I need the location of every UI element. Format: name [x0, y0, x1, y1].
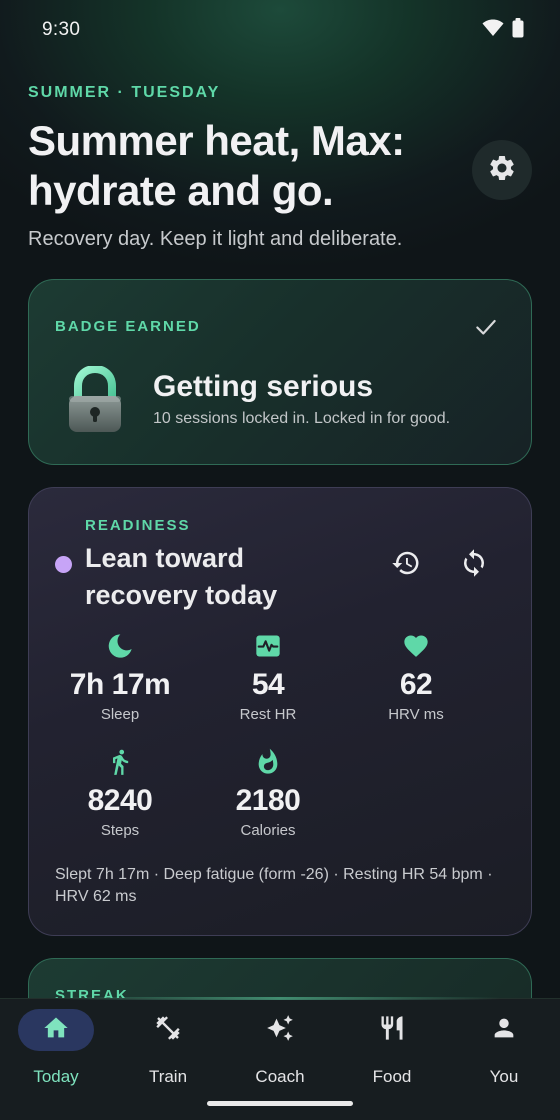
nav-today[interactable]: Today	[0, 1009, 112, 1099]
metric-value: 2180	[235, 784, 301, 817]
badge-title: Getting serious	[153, 370, 374, 403]
metric-steps: 8240 Steps	[45, 746, 195, 839]
metric-value: 54	[251, 668, 285, 701]
readiness-title: Lean toward recovery today	[85, 543, 278, 610]
metric-label: Steps	[100, 822, 140, 839]
history-icon[interactable]	[391, 548, 421, 578]
metric-hrv: 62 HRV ms	[341, 630, 491, 723]
nav-train[interactable]: Train	[112, 1009, 224, 1099]
nav-pill	[466, 1009, 542, 1051]
nav-label: Train	[148, 1067, 188, 1086]
readiness-summary: Slept 7h 17m · Deep fatigue (form -26) ·…	[55, 866, 493, 905]
person-icon	[490, 1014, 518, 1047]
nav-active-pill	[18, 1009, 94, 1051]
dumbbell-icon	[154, 1014, 182, 1047]
battery-icon	[512, 18, 524, 43]
readiness-eyebrow: READINESS	[85, 517, 191, 534]
badge-eyebrow: BADGE EARNED	[55, 318, 201, 335]
nav-label: Today	[33, 1067, 79, 1086]
refresh-icon[interactable]	[459, 548, 489, 578]
page-subtitle: Recovery day. Keep it light and delibera…	[28, 228, 403, 250]
nav-label: You	[489, 1067, 519, 1086]
readiness-status-dot	[55, 556, 72, 573]
nav-label: Coach	[255, 1067, 305, 1086]
gear-icon	[487, 153, 517, 188]
badge-card[interactable]: BADGE EARNED Getting serious 10 sessions…	[28, 279, 532, 465]
nav-pill	[130, 1009, 206, 1051]
home-indicator[interactable]	[207, 1101, 353, 1106]
nav-label: Food	[372, 1067, 412, 1086]
home-icon	[42, 1014, 70, 1047]
sparkles-icon	[266, 1014, 294, 1047]
walking-icon	[45, 746, 195, 778]
metric-sleep: 7h 17m Sleep	[45, 630, 195, 723]
lock-icon	[65, 364, 125, 439]
date-eyebrow: SUMMER · TUESDAY	[28, 84, 221, 101]
metric-calories: 2180 Calories	[193, 746, 343, 839]
nav-pill	[354, 1009, 430, 1051]
metric-label: Sleep	[100, 706, 140, 723]
badge-subtitle: 10 sessions locked in. Locked in for goo…	[153, 410, 451, 427]
metric-rest-hr: 54 Rest HR	[193, 630, 343, 723]
readiness-card: READINESS Lean toward recovery today 7h …	[28, 487, 532, 936]
settings-button[interactable]	[472, 140, 532, 200]
status-time: 9:30	[42, 19, 81, 40]
wifi-icon	[482, 19, 504, 42]
heart-monitor-icon	[193, 630, 343, 662]
nav-pill	[242, 1009, 318, 1051]
metric-value: 8240	[87, 784, 153, 817]
metric-value: 62	[399, 668, 433, 701]
metric-label: Rest HR	[239, 706, 297, 723]
nav-coach[interactable]: Coach	[224, 1009, 336, 1099]
page-title: Summer heat, Max: hydrate and go.	[28, 117, 405, 214]
nav-divider	[60, 997, 500, 1000]
status-bar: 9:30	[0, 0, 560, 60]
metric-label: HRV ms	[388, 706, 444, 723]
check-icon	[473, 314, 499, 345]
metric-value: 7h 17m	[69, 668, 171, 701]
flame-icon	[193, 746, 343, 778]
status-icons	[482, 18, 524, 43]
nav-food[interactable]: Food	[336, 1009, 448, 1099]
metric-label: Calories	[240, 822, 296, 839]
moon-icon	[45, 630, 195, 662]
nav-you[interactable]: You	[448, 1009, 560, 1099]
utensils-icon	[378, 1014, 406, 1047]
heart-icon	[341, 630, 491, 662]
